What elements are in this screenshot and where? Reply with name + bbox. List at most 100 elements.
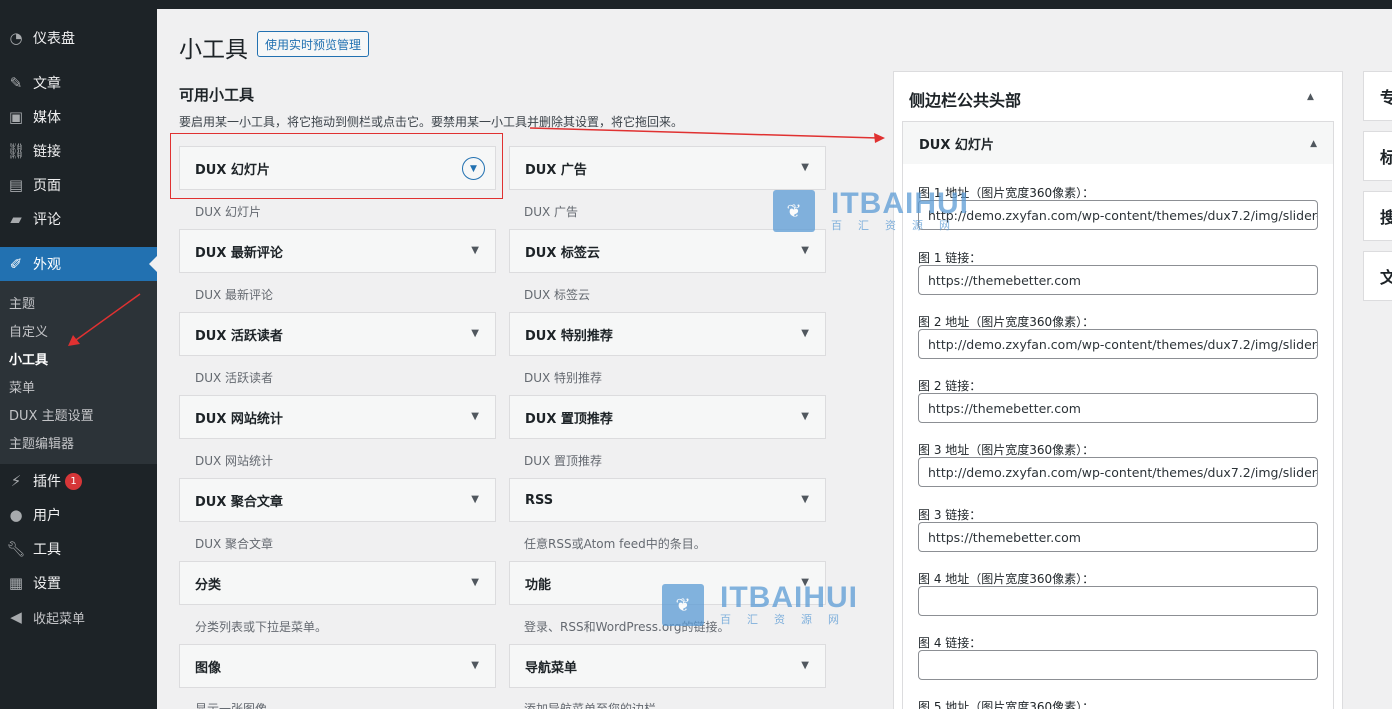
slide-4-image-url-input[interactable]: [918, 586, 1318, 616]
chevron-down-icon[interactable]: ▼: [471, 245, 479, 256]
widget-title: DUX 标签云: [525, 245, 600, 261]
widget-title: DUX 活跃读者: [195, 328, 283, 344]
sidebar-item-links[interactable]: ⛓ 链接: [0, 134, 157, 168]
widget-description: DUX 广告: [524, 205, 579, 219]
submenu-item-widgets[interactable]: 小工具: [9, 349, 48, 368]
submenu-item-menus[interactable]: 菜单: [9, 377, 35, 396]
slide-3-link-input[interactable]: https://themebetter.com: [918, 522, 1318, 552]
chevron-down-icon[interactable]: ▼: [801, 494, 809, 505]
submenu-item-themes[interactable]: 主题: [9, 293, 35, 312]
widget-categories[interactable]: 分类 ▼: [179, 561, 496, 605]
sidebar-item-comments[interactable]: ▰ 评论: [0, 202, 157, 236]
chevron-down-icon[interactable]: ▼: [801, 245, 809, 256]
chevron-down-icon[interactable]: ▼: [471, 494, 479, 505]
widget-dux-sticky-recommend[interactable]: DUX 置顶推荐 ▼: [509, 395, 826, 439]
sidebar-item-label: 收起菜单: [33, 611, 86, 627]
sidebar-item-users[interactable]: ● 用户: [0, 498, 157, 532]
widget-description: DUX 活跃读者: [195, 371, 274, 385]
widget-description: 任意RSS或Atom feed中的条目。: [524, 537, 706, 551]
slide-2-link-input[interactable]: https://themebetter.com: [918, 393, 1318, 423]
chevron-down-icon[interactable]: ▼: [801, 328, 809, 339]
watermark-brand: ITBAIHUI: [720, 581, 858, 614]
admin-sidebar: ◔ 仪表盘 ✎ 文章 ▣ 媒体 ⛓ 链接 ▤ 页面 ▰ 评论 ✐ 外观 主题 自…: [0, 0, 157, 709]
sidebar-area-header[interactable]: 专: [1363, 71, 1392, 121]
slide-1-image-url-input[interactable]: http://demo.zxyfan.com/wp-content/themes…: [918, 200, 1318, 230]
widget-dux-active-readers[interactable]: DUX 活跃读者 ▼: [179, 312, 496, 356]
widget-dux-special-recommend[interactable]: DUX 特别推荐 ▼: [509, 312, 826, 356]
slide-4-link-input[interactable]: [918, 650, 1318, 680]
sidebar-item-appearance[interactable]: ✐ 外观: [0, 247, 157, 281]
sidebar-item-settings[interactable]: ▦ 设置: [0, 566, 157, 600]
widget-title: 功能: [525, 577, 552, 593]
widget-dux-aggregate-posts[interactable]: DUX 聚合文章 ▼: [179, 478, 496, 522]
widget-description: 显示一张图像。: [195, 702, 280, 709]
widget-nav-menu[interactable]: 导航菜单 ▼: [509, 644, 826, 688]
slide-2-image-url-input[interactable]: http://demo.zxyfan.com/wp-content/themes…: [918, 329, 1318, 359]
slide-1-link-input[interactable]: https://themebetter.com: [918, 265, 1318, 295]
widget-description: DUX 置顶推荐: [524, 454, 603, 468]
comment-icon: ▰: [10, 210, 22, 228]
widget-title: 图像: [195, 660, 222, 676]
field-label: 图 5 地址（图片宽度360像素）：: [918, 700, 1095, 709]
widget-title: DUX 特别推荐: [525, 328, 613, 344]
widget-dux-tag-cloud[interactable]: DUX 标签云 ▼: [509, 229, 826, 273]
page-icon: ▤: [8, 176, 24, 194]
submenu-item-dux-settings[interactable]: DUX 主题设置: [9, 405, 94, 424]
submenu-item-theme-editor[interactable]: 主题编辑器: [9, 433, 74, 452]
annotation-arrowhead: [874, 133, 885, 143]
chevron-down-icon[interactable]: ▼: [471, 660, 479, 671]
chevron-down-icon[interactable]: ▼: [801, 660, 809, 671]
chevron-down-icon[interactable]: ▼: [471, 411, 479, 422]
widget-dux-recent-comments[interactable]: DUX 最新评论 ▼: [179, 229, 496, 273]
appearance-submenu: 主题 自定义 小工具 菜单 DUX 主题设置 主题编辑器: [0, 281, 157, 464]
sidebar-item-pages[interactable]: ▤ 页面: [0, 168, 157, 202]
widget-description: DUX 特别推荐: [524, 371, 603, 385]
field-label: 图 2 地址（图片宽度360像素）：: [918, 315, 1095, 329]
sidebar-item-label: 仪表盘: [33, 31, 75, 47]
chevron-up-icon[interactable]: ▲: [1307, 92, 1314, 102]
widget-title: DUX 聚合文章: [195, 494, 283, 510]
sidebar-item-tools[interactable]: 🔧︎ 工具: [0, 532, 157, 566]
field-label: 图 1 链接：: [918, 251, 982, 265]
chevron-up-icon[interactable]: ▲: [1310, 139, 1317, 149]
chevron-down-icon[interactable]: ▼: [801, 162, 809, 173]
sidebar-item-label: 链接: [33, 144, 61, 160]
field-label: 图 4 地址（图片宽度360像素）：: [918, 572, 1095, 586]
plugin-icon: ⚡: [10, 472, 22, 490]
sidebar-area-header[interactable]: 标: [1363, 131, 1392, 181]
collapse-menu-button[interactable]: ◀ 收起菜单: [0, 600, 157, 634]
watermark-brand: ITBAIHUI: [831, 187, 969, 220]
sidebar-area-header[interactable]: 搜: [1363, 191, 1392, 241]
admin-bar: [0, 0, 1392, 9]
widget-rss[interactable]: RSS ▼: [509, 478, 826, 522]
chevron-down-icon[interactable]: ▼: [471, 577, 479, 588]
page-title: 小工具: [179, 37, 248, 63]
user-icon: ●: [9, 506, 23, 524]
sidebar-item-media[interactable]: ▣ 媒体: [0, 100, 157, 134]
chevron-down-icon[interactable]: ▼: [801, 411, 809, 422]
widget-image[interactable]: 图像 ▼: [179, 644, 496, 688]
sidebar-area-title[interactable]: 侧边栏公共头部: [909, 87, 1021, 111]
sidebar-item-label: 外观: [33, 257, 61, 273]
submenu-item-customize[interactable]: 自定义: [9, 321, 48, 340]
widget-dux-ad[interactable]: DUX 广告 ▼: [509, 146, 826, 190]
field-label: 图 3 链接：: [918, 508, 982, 522]
sidebar-widget-header[interactable]: DUX 幻灯片 ▲: [902, 121, 1334, 165]
sidebar-item-posts[interactable]: ✎ 文章: [0, 66, 157, 100]
watermark: ❦ ITBAIHUI 百汇资源网: [662, 583, 858, 627]
widget-title: 分类: [195, 577, 222, 593]
live-preview-button[interactable]: 使用实时预览管理: [257, 31, 370, 57]
widget-title: RSS: [525, 492, 554, 508]
sidebar-item-label: 设置: [33, 576, 61, 592]
slide-3-image-url-input[interactable]: http://demo.zxyfan.com/wp-content/themes…: [918, 457, 1318, 487]
sidebar-item-dashboard[interactable]: ◔ 仪表盘: [0, 21, 157, 55]
media-icon: ▣: [8, 108, 24, 126]
chevron-down-icon[interactable]: ▼: [471, 328, 479, 339]
widget-dux-site-stats[interactable]: DUX 网站统计 ▼: [179, 395, 496, 439]
sidebar-item-plugins[interactable]: ⚡ 插件 1: [0, 464, 157, 498]
widget-title: DUX 网站统计: [195, 411, 283, 427]
widget-title: DUX 广告: [525, 162, 587, 178]
field-label: 图 2 链接：: [918, 379, 982, 393]
sidebar-area-header[interactable]: 文: [1363, 251, 1392, 301]
wrench-icon: 🔧︎: [6, 540, 26, 558]
